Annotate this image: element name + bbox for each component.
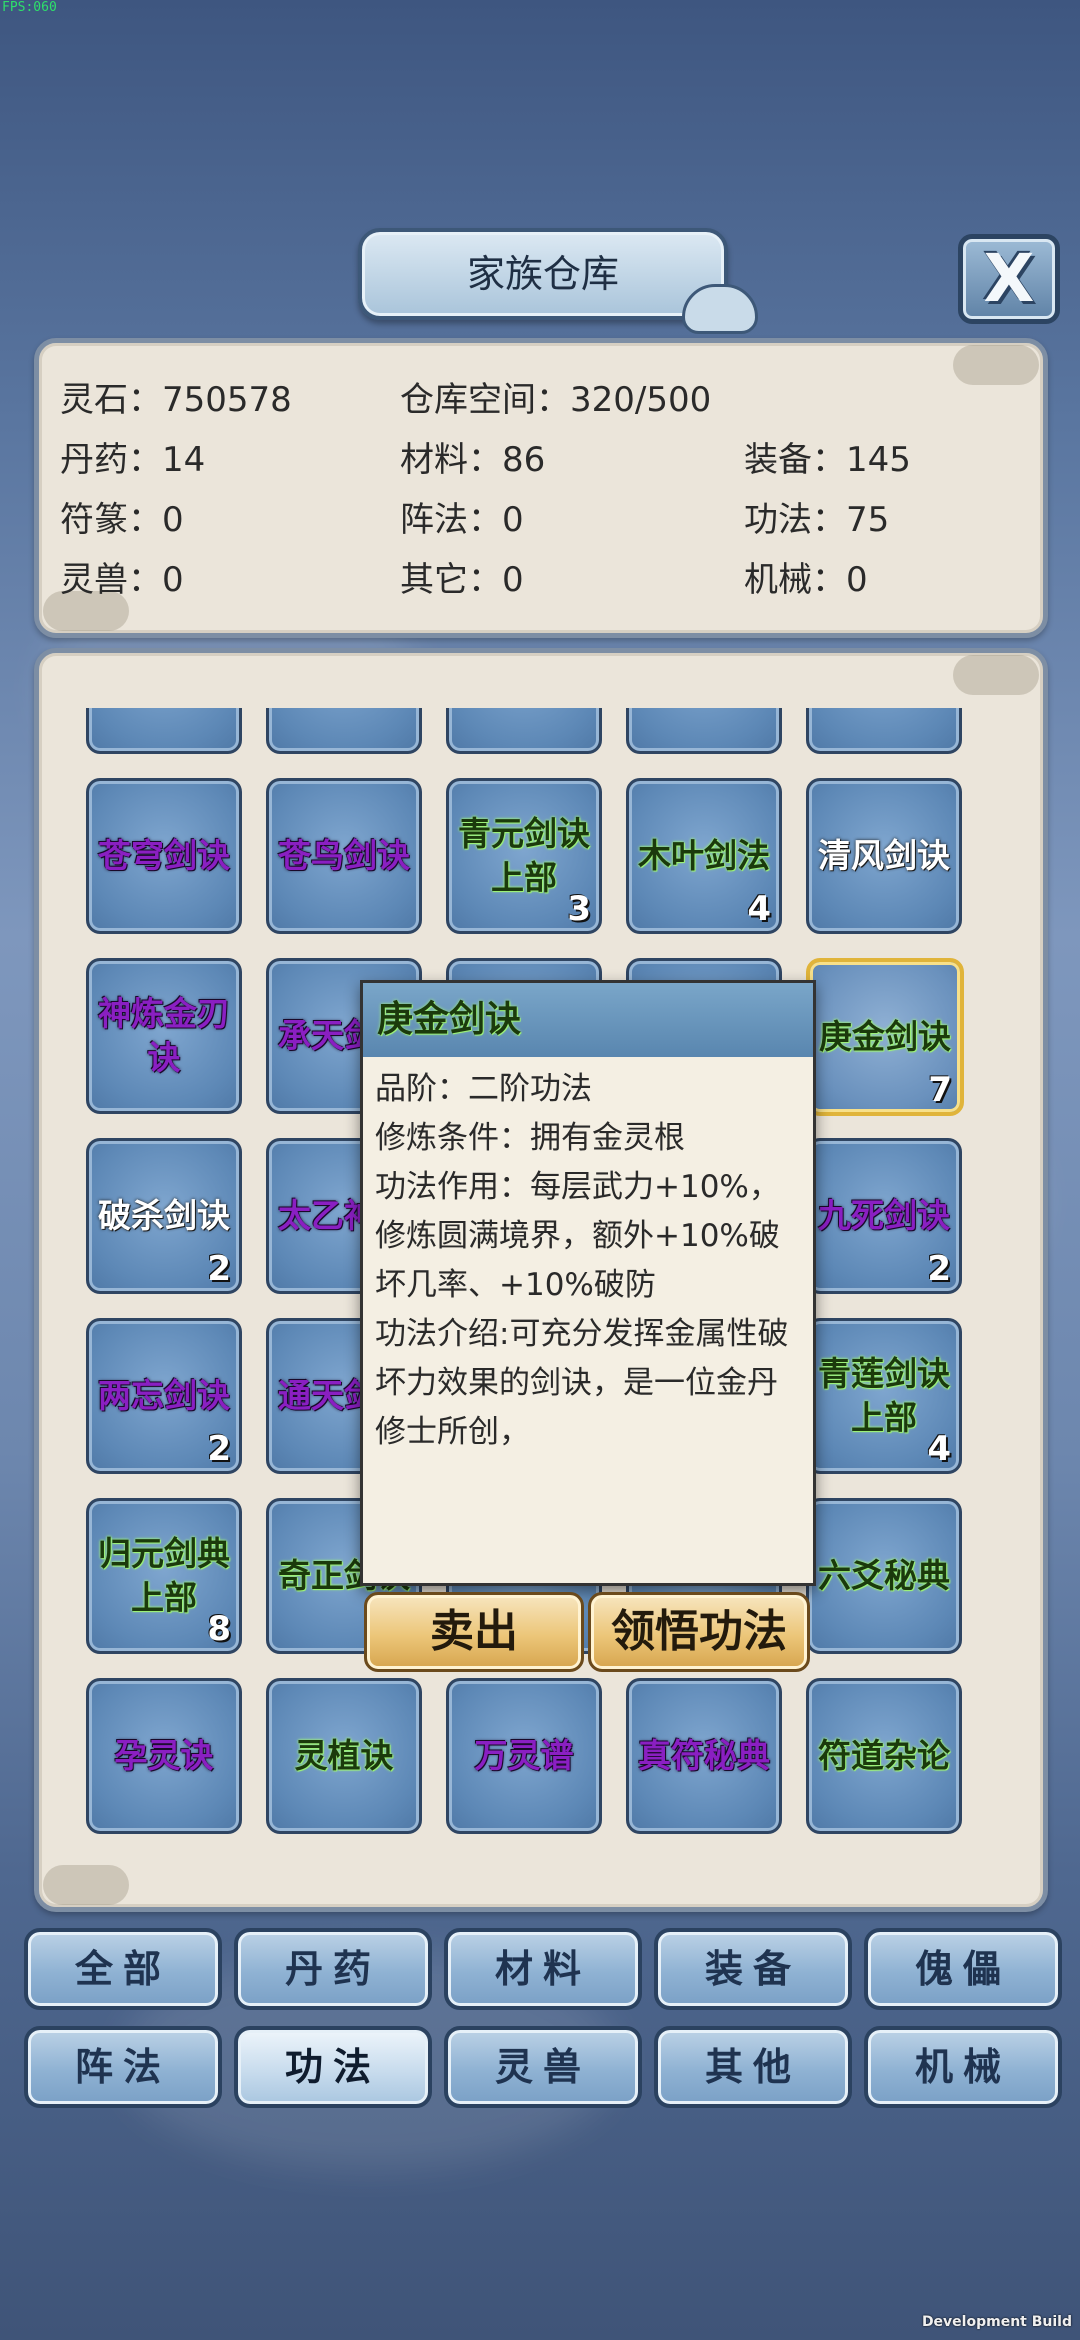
tab-0[interactable]: 全部 [24,1928,222,2010]
item-name: 天极剑诀 [91,708,237,751]
item-slot[interactable]: 木叶剑法 4 [626,778,782,934]
item-slot[interactable]: 天极剑诀 [86,708,242,754]
item-count: 2 [207,1249,231,1289]
item-name: 剑典 [451,708,597,751]
item-name: 神炼金刃诀 [98,994,230,1077]
item-slot[interactable]: 青元剑诀上部 3 [446,778,602,934]
item-name: 六爻秘典 [818,1556,950,1595]
tooltip-grade: 品阶：二阶功法 [375,1071,592,1107]
stat-qita: 其它：0 [400,560,524,600]
tab-3[interactable]: 装备 [654,1928,852,2010]
title-plate: 家族仓库 [358,228,758,334]
item-slot[interactable]: 破杀剑诀 2 [86,1138,242,1294]
tooltip-body: 品阶：二阶功法 修炼条件：拥有金灵根 功法作用：每层武力+10%，修炼圆满境界，… [375,1065,799,1457]
tab-7[interactable]: 灵兽 [444,2026,642,2108]
stat-lingshou: 灵兽：0 [60,560,184,600]
stat-cailiao: 材料：86 [400,440,546,480]
item-slot[interactable]: 清风剑诀 [806,778,962,934]
tooltip-description: 功法介绍:可充分发挥金属性破坏力效果的剑诀，是一位金丹修士所创， [375,1316,789,1450]
item-count: 2 [207,1429,231,1469]
item-slot[interactable]: 九死剑诀 2 [806,1138,962,1294]
item-slot[interactable]: 六爻秘典 [806,1498,962,1654]
item-slot[interactable]: 两忘剑诀 2 [86,1318,242,1474]
tab-8[interactable]: 其他 [654,2026,852,2108]
development-build-label: Development Build [921,2314,1072,2330]
item-name: 苍穹剑诀 [98,836,230,875]
cloud-ornament-icon [682,284,758,334]
item-count: 4 [747,889,771,929]
item-slot[interactable]: 剑典 [446,708,602,754]
sell-button[interactable]: 卖出 [364,1592,584,1672]
tab-9[interactable]: 机械 [864,2026,1062,2108]
tab-6[interactable]: 功法 [234,2026,432,2108]
tooltip-title: 庚金剑诀 [377,999,522,1040]
page-title: 家族仓库 [466,252,619,296]
tab-5[interactable]: 阵法 [24,2026,222,2108]
cloud-ornament-icon [43,1865,129,1905]
stat-warehouse-space: 仓库空间：320/500 [400,380,712,420]
stat-fuzhuan: 符篆：0 [60,500,184,540]
fps-counter: FPS:060 [2,0,57,15]
stat-lingshi: 灵石：750578 [60,380,292,420]
cloud-ornament-icon [953,345,1039,385]
item-slot[interactable]: 真符秘典 [626,1678,782,1834]
item-slot[interactable]: 符道杂论 [806,1678,962,1834]
item-slot[interactable]: 苍鸟剑诀 [266,778,422,934]
item-name: 万灵谱 [474,1736,574,1775]
item-slot[interactable]: 神炼金刃诀 [86,958,242,1114]
tab-4[interactable]: 傀儡 [864,1928,1062,2010]
item-name: 剑诀 [271,708,417,751]
item-tooltip: 庚金剑诀 品阶：二阶功法 修炼条件：拥有金灵根 功法作用：每层武力+10%，修炼… [360,980,816,1586]
item-slot[interactable]: 青莲剑诀上部 4 [806,1318,962,1474]
item-slot[interactable]: 中部 [626,708,782,754]
item-slot[interactable]: 归元剑典上部 8 [86,1498,242,1654]
stat-jixie: 机械：0 [744,560,868,600]
item-slot[interactable]: 庚金剑诀 7 [806,958,964,1116]
stat-danyao: 丹药：14 [60,440,206,480]
item-slot[interactable]: 苍穹剑诀 [86,778,242,934]
close-icon: X [983,240,1035,317]
item-count: 3 [567,889,591,929]
item-name: 中部 [631,708,777,751]
item-count: 2 [927,1249,951,1289]
item-slot[interactable]: 灵植诀 [266,1678,422,1834]
stat-zhenfa: 阵法：0 [400,500,524,540]
close-button[interactable]: X [958,234,1060,324]
tab-1[interactable]: 丹药 [234,1928,432,2010]
tooltip-requirement: 修炼条件：拥有金灵根 [375,1120,685,1156]
stat-gongfa: 功法：75 [744,500,890,540]
item-name: 苍鸟剑诀 [278,836,410,875]
item-name: 孕灵诀 [114,1736,214,1775]
cloud-ornament-icon [953,655,1039,695]
item-name: 灵植诀 [294,1736,394,1775]
item-count: 8 [207,1609,231,1649]
item-slot[interactable]: 孕灵诀 [86,1678,242,1834]
item-name: 清风剑诀 [818,836,950,875]
item-slot[interactable]: 万灵谱 [446,1678,602,1834]
tooltip-header: 庚金剑诀 [363,983,813,1057]
item-name: 真符秘典 [638,1736,770,1775]
tooltip-effect: 功法作用：每层武力+10%，修炼圆满境界，额外+10%破坏几率、+10%破防 [375,1169,780,1303]
stat-zhuangbei: 装备：145 [744,440,911,480]
item-slot[interactable]: 剑诀 [266,708,422,754]
item-count: 4 [927,1429,951,1469]
learn-technique-button[interactable]: 领悟功法 [588,1592,810,1672]
tab-2[interactable]: 材料 [444,1928,642,2010]
item-name: 剑诀 [811,708,957,751]
item-name: 符道杂论 [818,1736,950,1775]
item-count: 7 [928,1070,952,1110]
item-slot[interactable]: 剑诀 [806,708,962,754]
